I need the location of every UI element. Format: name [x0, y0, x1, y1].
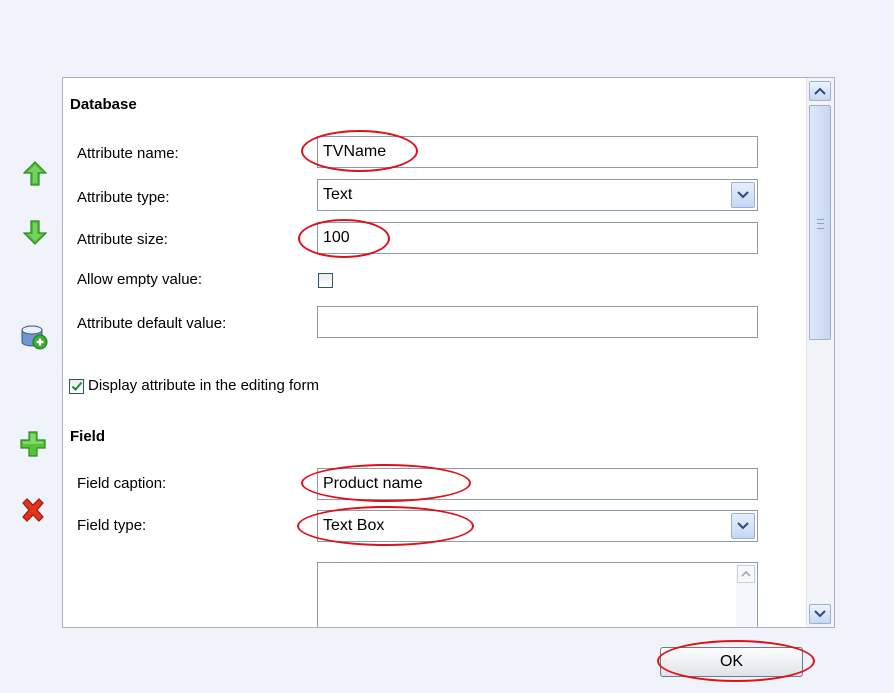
textarea-scrollbar[interactable]	[736, 564, 756, 627]
chevron-down-icon	[814, 610, 826, 618]
chevron-up-icon	[741, 571, 751, 577]
panel-scrollbar[interactable]	[806, 78, 834, 627]
allow-empty-checkbox[interactable]	[318, 273, 333, 288]
chevron-up-icon	[814, 87, 826, 95]
new-attribute-from-db-icon[interactable]	[20, 322, 48, 350]
add-icon[interactable]	[19, 430, 47, 458]
textarea-scroll-up-button[interactable]	[737, 565, 755, 583]
field-type-select[interactable]: Text Box	[317, 510, 758, 542]
field-type-label: Field type:	[77, 517, 147, 534]
checkmark-icon	[71, 381, 82, 391]
chevron-down-icon	[737, 191, 749, 199]
attribute-name-input[interactable]: TVName	[317, 136, 758, 168]
default-value-input[interactable]	[317, 306, 758, 338]
ok-button[interactable]: OK	[660, 647, 803, 677]
move-down-icon[interactable]	[21, 218, 49, 246]
attribute-size-input[interactable]: 100	[317, 222, 758, 254]
grip-icon	[817, 219, 824, 229]
display-in-form-label[interactable]: Display attribute in the editing form	[88, 377, 319, 394]
field-description-textarea[interactable]	[317, 562, 758, 627]
attribute-type-dropdown-button[interactable]	[731, 182, 755, 208]
database-section-title: Database	[70, 96, 137, 113]
field-section-title: Field	[70, 428, 106, 445]
delete-icon[interactable]	[19, 496, 47, 524]
scroll-thumb[interactable]	[809, 105, 831, 340]
field-type-value: Text Box	[323, 517, 385, 534]
allow-empty-label: Allow empty value:	[77, 271, 203, 288]
display-in-form-checkbox[interactable]	[69, 379, 84, 394]
move-up-icon[interactable]	[21, 160, 49, 188]
attribute-properties-panel: Database Attribute name: TVName Attribut…	[62, 77, 835, 628]
default-value-label: Attribute default value:	[77, 315, 227, 332]
field-type-dropdown-button[interactable]	[731, 513, 755, 539]
attribute-type-label: Attribute type:	[77, 189, 170, 206]
attribute-type-select[interactable]: Text	[317, 179, 758, 211]
attribute-size-label: Attribute size:	[77, 231, 168, 248]
field-caption-label: Field caption:	[77, 475, 167, 492]
chevron-down-icon	[737, 522, 749, 530]
scroll-up-button[interactable]	[809, 81, 831, 101]
attribute-name-label: Attribute name:	[77, 145, 179, 162]
scroll-down-button[interactable]	[809, 604, 831, 624]
attribute-type-value: Text	[323, 186, 353, 203]
field-caption-input[interactable]: Product name	[317, 468, 758, 500]
